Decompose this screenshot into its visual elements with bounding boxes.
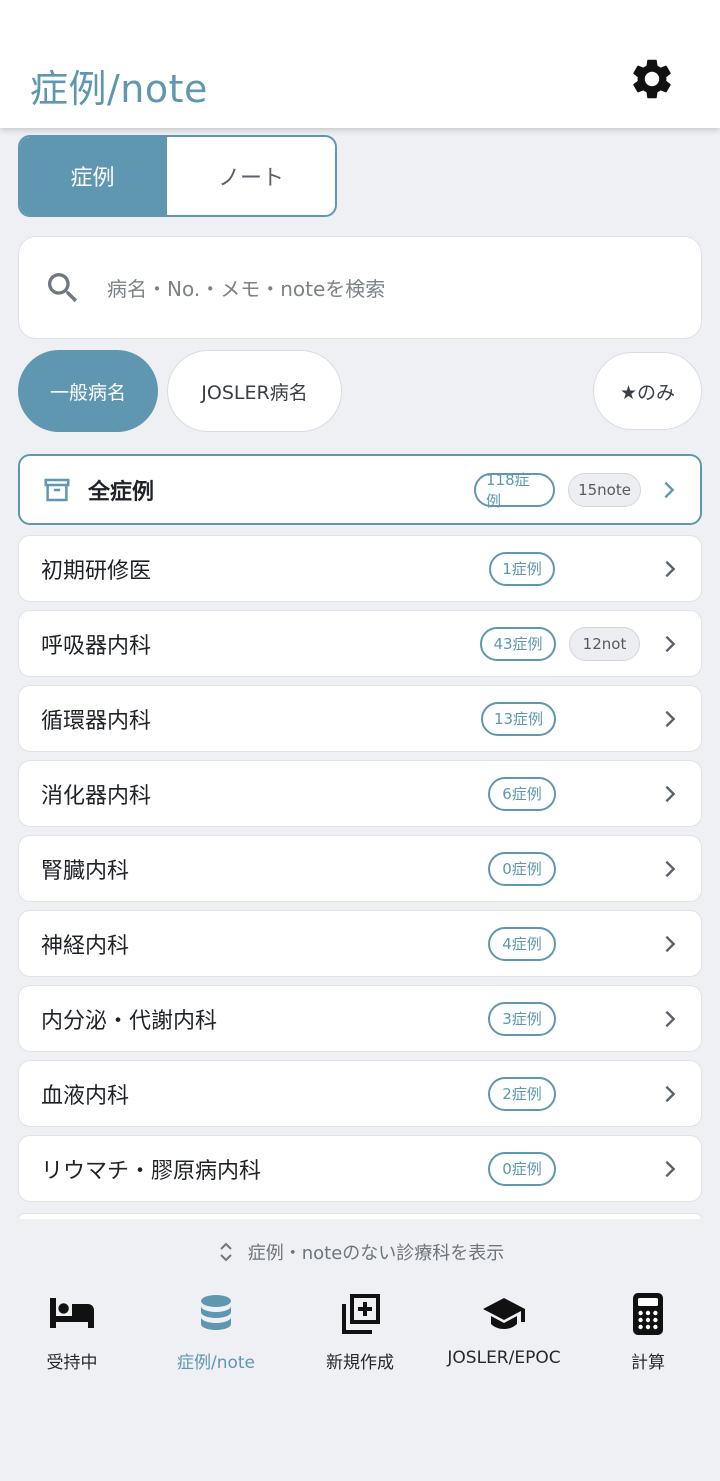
app-bar: 症例/note: [0, 0, 720, 128]
chevron-right-icon: [665, 1160, 676, 1177]
department-label: 初期研修医: [41, 558, 152, 584]
bed-icon: [50, 1298, 94, 1328]
chevron-right-icon: [665, 710, 676, 727]
department-label: 呼吸器内科: [41, 633, 152, 659]
archive-box-icon: [44, 478, 70, 501]
chevron-right-icon: [665, 1010, 676, 1027]
chevron-right-icon: [665, 560, 676, 577]
list-item[interactable]: 腎臓内科 0症例: [18, 835, 702, 902]
case-count-badge: 0症例: [488, 1151, 556, 1186]
list-item[interactable]: 初期研修医 1症例: [18, 535, 702, 602]
gear-icon[interactable]: [628, 55, 676, 103]
chevron-right-icon: [664, 481, 675, 498]
list-item[interactable]: リウマチ・膠原病内科 0症例: [18, 1135, 702, 1202]
nav-label: 計算: [631, 1353, 665, 1373]
case-count-badge: 118症例: [474, 471, 555, 510]
filter-josler-name[interactable]: JOSLER病名: [167, 350, 342, 432]
search-field[interactable]: 病名・No.・メモ・noteを検索: [18, 236, 702, 339]
department-label: 血液内科: [41, 1083, 130, 1109]
nav-label: 症例/note: [176, 1353, 256, 1373]
list-item[interactable]: 内分泌・代謝内科 3症例: [18, 985, 702, 1052]
department-label: 消化器内科: [41, 783, 152, 809]
nav-label: 受持中: [46, 1353, 98, 1373]
calculator-icon: [633, 1293, 663, 1335]
case-count-badge: 6症例: [488, 776, 556, 811]
chevron-right-icon: [665, 935, 676, 952]
nav-label: JOSLER/EPOC: [447, 1348, 561, 1368]
filter-general-name[interactable]: 一般病名: [18, 350, 158, 432]
department-label: 循環器内科: [41, 708, 152, 734]
nav-item-new[interactable]: 新規作成: [288, 1290, 432, 1380]
database-icon: [201, 1295, 231, 1330]
case-count-badge: 3症例: [488, 1001, 556, 1036]
nav-item-josler-epoc[interactable]: JOSLER/EPOC: [432, 1290, 576, 1380]
view-segment: 症例 ノート: [18, 135, 337, 217]
chevron-right-icon: [665, 860, 676, 877]
filter-starred-only[interactable]: ★のみ: [593, 352, 702, 430]
chevron-right-icon: [665, 1085, 676, 1102]
nav-item-calculator[interactable]: 計算: [576, 1290, 720, 1380]
department-list: 全症例 118症例 15note 初期研修医 1症例 呼吸器内科 43症例 12…: [18, 454, 702, 1210]
case-count-badge: 2症例: [488, 1076, 556, 1111]
case-count-badge: 1症例: [489, 551, 555, 586]
list-item[interactable]: 呼吸器内科 43症例 12not: [18, 610, 702, 677]
bottom-navigation: 受持中 症例/note 新規作成 JOSLER/EPOC 計算: [0, 1290, 720, 1380]
show-empty-departments-toggle[interactable]: 症例・noteのない診療科を表示: [0, 1236, 720, 1268]
tab-cases[interactable]: 症例: [20, 137, 165, 215]
list-item[interactable]: 循環器内科 13症例: [18, 685, 702, 752]
department-label: 神経内科: [41, 933, 130, 959]
case-count-badge: 43症例: [480, 626, 556, 661]
list-item[interactable]: 消化器内科 6症例: [18, 760, 702, 827]
page-title: 症例/note: [30, 67, 208, 111]
all-cases-row[interactable]: 全症例 118症例 15note: [18, 454, 702, 525]
department-label: 内分泌・代謝内科: [41, 1008, 218, 1034]
graduation-cap-icon: [483, 1298, 525, 1329]
department-label: 腎臓内科: [41, 858, 130, 884]
search-input[interactable]: 病名・No.・メモ・noteを検索: [107, 273, 385, 302]
add-box-icon: [342, 1294, 380, 1334]
list-item[interactable]: 神経内科 4症例: [18, 910, 702, 977]
nav-label: 新規作成: [326, 1353, 394, 1373]
unfold-more-icon: [220, 1242, 232, 1262]
case-count-badge: 0症例: [488, 851, 556, 886]
nav-item-cases-notes[interactable]: 症例/note: [144, 1290, 288, 1380]
show-empty-departments-label: 症例・noteのない診療科を表示: [247, 1243, 505, 1264]
note-count-badge: 12not: [569, 626, 640, 661]
list-item-partial: [18, 1213, 702, 1219]
all-cases-label: 全症例: [88, 479, 155, 505]
list-item[interactable]: 血液内科 2症例: [18, 1060, 702, 1127]
tab-notes[interactable]: ノート: [165, 137, 335, 215]
case-count-badge: 13症例: [481, 701, 556, 736]
case-count-badge: 4症例: [488, 926, 556, 961]
department-label: リウマチ・膠原病内科: [41, 1158, 262, 1184]
note-count-badge: 15note: [568, 472, 641, 507]
search-icon: [48, 272, 78, 302]
nav-item-assigned[interactable]: 受持中: [0, 1290, 144, 1380]
chevron-right-icon: [665, 635, 676, 652]
chevron-right-icon: [665, 785, 676, 802]
